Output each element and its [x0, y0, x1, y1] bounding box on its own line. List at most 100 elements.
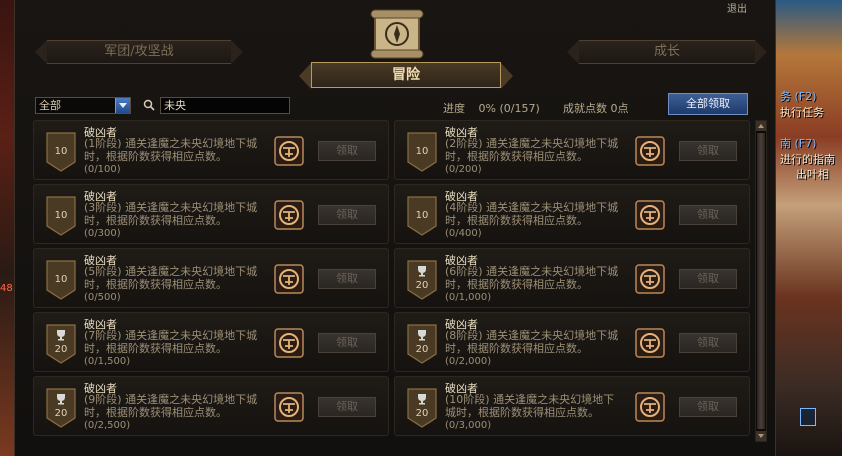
- badge-points: 10: [415, 210, 429, 221]
- scrollbar[interactable]: [755, 120, 767, 442]
- claim-button[interactable]: 领取: [679, 141, 737, 161]
- shield-badge-icon: 20: [46, 388, 76, 428]
- scroll-thumb[interactable]: [757, 133, 765, 429]
- filter-select[interactable]: 全部: [35, 97, 131, 114]
- achievement-card: 20 破凶者 (10阶段) 通关逢魔之未央幻境地下城时，根据阶数获得相应点数。 (0/…: [394, 376, 750, 436]
- dropdown-arrow-icon[interactable]: [115, 98, 130, 113]
- achievement-progress: (0/300): [84, 228, 121, 239]
- achievement-desc: (9阶段) 通关逢魔之未央幻境地下城时，根据阶数获得相应点数。: [84, 393, 258, 419]
- achievement-panel: 退出 军团/攻坚战 成长 冒险 全部 未央 进度 0% (0/157) 成就点数…: [14, 0, 776, 456]
- progress-value: 0% (0/157): [478, 102, 540, 115]
- achievement-card: 10 破凶者 (2阶段) 通关逢魔之未央幻境地下城时，根据阶数获得相应点数。 (0/2…: [394, 120, 750, 180]
- achievement-grid: 10 破凶者 (1阶段) 通关逢魔之未央幻境地下城时，根据阶数获得相应点数。 (0/1…: [33, 120, 753, 442]
- shield-badge-icon: 10: [46, 196, 76, 236]
- achievement-progress: (0/1,500): [84, 356, 131, 367]
- badge-points: 20: [415, 408, 429, 419]
- achievement-progress: (0/3,000): [445, 420, 492, 431]
- achievement-card: 10 破凶者 (1阶段) 通关逢魔之未央幻境地下城时，根据阶数获得相应点数。 (0/1…: [33, 120, 389, 180]
- tab-growth-label: 成长: [653, 44, 680, 59]
- search-icon: [143, 99, 155, 111]
- shield-badge-icon: 20: [407, 324, 437, 364]
- scroll-down-icon[interactable]: [756, 431, 766, 441]
- claim-button[interactable]: 领取: [318, 205, 376, 225]
- achievement-emblem-icon: [274, 328, 304, 358]
- badge-points: 10: [415, 146, 429, 157]
- achievement-progress: (0/2,000): [445, 356, 492, 367]
- achievement-progress: (0/500): [84, 292, 121, 303]
- achievement-emblem-icon: [274, 264, 304, 294]
- achievement-card: 20 破凶者 (6阶段) 通关逢魔之未央幻境地下城时，根据阶数获得相应点数。 (0/1…: [394, 248, 750, 308]
- tab-adventure-label: 冒险: [392, 67, 420, 83]
- achievement-emblem-icon: [274, 200, 304, 230]
- points-info: 成就点数 0点: [563, 100, 629, 116]
- game-background-right: 务 (F2) 执行任务 南 (F7) 进行的指南 出叶相: [776, 0, 842, 456]
- achievement-emblem-icon: [635, 328, 665, 358]
- achievement-desc: (5阶段) 通关逢魔之未央幻境地下城时，根据阶数获得相应点数。: [84, 265, 258, 291]
- tab-legion-label: 军团/攻坚战: [104, 44, 174, 59]
- shield-badge-icon: 10: [407, 196, 437, 236]
- achievement-progress: (0/100): [84, 164, 121, 175]
- achievement-card: 20 破凶者 (9阶段) 通关逢魔之未央幻境地下城时，根据阶数获得相应点数。 (0/2…: [33, 376, 389, 436]
- shield-badge-icon: 10: [46, 260, 76, 300]
- achievement-desc: (8阶段) 通关逢魔之未央幻境地下城时，根据阶数获得相应点数。: [445, 329, 619, 355]
- badge-points: 20: [415, 280, 429, 291]
- claim-button[interactable]: 领取: [679, 333, 737, 353]
- search-input[interactable]: 未央: [160, 97, 290, 114]
- claim-button[interactable]: 领取: [679, 205, 737, 225]
- guide-text[interactable]: 进行的指南: [780, 151, 835, 167]
- quest-hotkey[interactable]: 务 (F2): [780, 88, 816, 104]
- achievement-progress: (0/200): [445, 164, 482, 175]
- achievement-desc: (4阶段) 通关逢魔之未央幻境地下城时，根据阶数获得相应点数。: [445, 201, 619, 227]
- achievement-desc: (1阶段) 通关逢魔之未央幻境地下城时，根据阶数获得相应点数。: [84, 137, 258, 163]
- scroll-emblem-icon: [370, 9, 424, 59]
- claim-button[interactable]: 领取: [318, 269, 376, 289]
- trophy-icon: [418, 394, 426, 405]
- claim-button[interactable]: 领取: [318, 141, 376, 161]
- achievement-desc: (10阶段) 通关逢魔之未央幻境地下城时，根据阶数获得相应点数。: [445, 393, 615, 419]
- achievement-desc: (3阶段) 通关逢魔之未央幻境地下城时，根据阶数获得相应点数。: [84, 201, 258, 227]
- badge-points: 20: [415, 344, 429, 355]
- progress-info: 进度 0% (0/157): [443, 100, 540, 116]
- claim-all-button[interactable]: 全部领取: [668, 93, 748, 115]
- achievement-card: 10 破凶者 (5阶段) 通关逢魔之未央幻境地下城时，根据阶数获得相应点数。 (0/5…: [33, 248, 389, 308]
- achievement-card: 10 破凶者 (4阶段) 通关逢魔之未央幻境地下城时，根据阶数获得相应点数。 (0/4…: [394, 184, 750, 244]
- shield-badge-icon: 20: [46, 324, 76, 364]
- achievement-card: 20 破凶者 (7阶段) 通关逢魔之未央幻境地下城时，根据阶数获得相应点数。 (0/1…: [33, 312, 389, 372]
- quest-text[interactable]: 执行任务: [780, 104, 824, 120]
- badge-points: 20: [54, 344, 68, 355]
- claim-button[interactable]: 领取: [679, 269, 737, 289]
- points-label: 成就点数: [563, 102, 607, 115]
- left-number: 48: [0, 283, 13, 294]
- achievement-emblem-icon: [635, 264, 665, 294]
- shield-badge-icon: 10: [407, 132, 437, 172]
- progress-label: 进度: [443, 102, 465, 115]
- achievement-desc: (6阶段) 通关逢魔之未央幻境地下城时，根据阶数获得相应点数。: [445, 265, 619, 291]
- shield-badge-icon: 20: [407, 388, 437, 428]
- points-value: 0点: [610, 102, 629, 115]
- trophy-icon: [418, 330, 426, 341]
- trophy-icon: [418, 266, 426, 277]
- guide-sub: 出叶相: [796, 168, 829, 181]
- trophy-icon: [57, 394, 65, 405]
- tab-legion[interactable]: 军团/攻坚战: [35, 40, 243, 64]
- achievement-emblem-icon: [635, 200, 665, 230]
- scroll-up-icon[interactable]: [756, 121, 766, 131]
- game-background-left: 48: [0, 0, 14, 456]
- badge-points: 10: [54, 146, 68, 157]
- side-book-icon[interactable]: [800, 408, 816, 426]
- shield-badge-icon: 10: [46, 132, 76, 172]
- shield-badge-icon: 20: [407, 260, 437, 300]
- achievement-card: 10 破凶者 (3阶段) 通关逢魔之未央幻境地下城时，根据阶数获得相应点数。 (0/3…: [33, 184, 389, 244]
- badge-points: 10: [54, 210, 68, 221]
- achievement-progress: (0/1,000): [445, 292, 492, 303]
- claim-button[interactable]: 领取: [318, 333, 376, 353]
- tab-growth[interactable]: 成长: [567, 40, 767, 64]
- claim-button[interactable]: 领取: [318, 397, 376, 417]
- achievement-emblem-icon: [635, 392, 665, 422]
- filter-value: 全部: [39, 99, 61, 112]
- badge-points: 20: [54, 408, 68, 419]
- guide-hotkey[interactable]: 南 (F7): [780, 135, 816, 151]
- exit-button[interactable]: 退出: [727, 0, 747, 15]
- achievement-progress: (0/400): [445, 228, 482, 239]
- claim-button[interactable]: 领取: [679, 397, 737, 417]
